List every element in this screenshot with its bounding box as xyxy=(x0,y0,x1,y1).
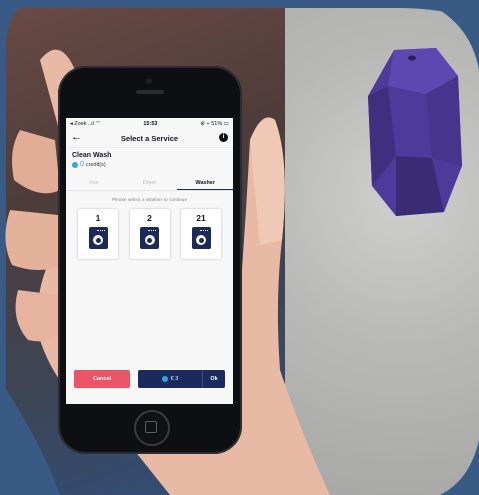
front-camera xyxy=(146,78,152,84)
machine-number: 1 xyxy=(95,213,101,223)
photo-frame: ◂ Zoek ..ıl ⌔ 15:53 ⊛ ⌁ 51% ▭ ← Select a… xyxy=(0,0,479,495)
tab-iron[interactable]: Iron xyxy=(66,176,122,190)
status-time: 15:53 xyxy=(143,120,158,127)
machine-card-2[interactable]: 2 xyxy=(129,209,170,259)
action-bar: Cancel € 3 Ok xyxy=(66,368,233,390)
arrow-left-icon[interactable]: ← xyxy=(71,131,82,143)
shop-info: Clean Wash 0 credit(s) xyxy=(66,148,233,170)
info-icon[interactable]: i xyxy=(219,133,228,142)
price-value: € 3 xyxy=(170,376,179,382)
machine-list: 1 2 21 xyxy=(66,209,233,259)
machine-card-1[interactable]: 1 xyxy=(78,209,118,259)
price-display: € 3 xyxy=(138,370,203,388)
pay-group: € 3 Ok xyxy=(138,370,225,388)
smartphone: ◂ Zoek ..ıl ⌔ 15:53 ⊛ ⌁ 51% ▭ ← Select a… xyxy=(58,66,242,454)
battery-status: ⊛ ⌁ 51% ▭ xyxy=(200,120,229,127)
machine-number: 21 xyxy=(196,213,206,223)
tab-dryer[interactable]: Dryer xyxy=(122,176,178,190)
machine-number: 2 xyxy=(147,213,152,223)
credit-coin-icon xyxy=(72,161,78,168)
home-button[interactable] xyxy=(134,410,170,446)
cancel-button[interactable]: Cancel xyxy=(74,370,130,388)
machine-card-21[interactable]: 21 xyxy=(181,209,221,259)
earpiece-speaker xyxy=(136,90,164,94)
shop-name: Clean Wash xyxy=(72,152,112,159)
washing-machine-icon xyxy=(140,227,159,249)
page-title: Select a Service xyxy=(120,133,179,143)
app-screen: ◂ Zoek ..ıl ⌔ 15:53 ⊛ ⌁ 51% ▭ ← Select a… xyxy=(66,118,233,404)
tab-washer[interactable]: Washer xyxy=(177,176,233,190)
status-bar: ◂ Zoek ..ıl ⌔ 15:53 ⊛ ⌁ 51% ▭ xyxy=(66,118,233,129)
credit-value: 0 xyxy=(80,161,84,168)
credit-balance: 0 credit(s) xyxy=(72,161,227,168)
selection-hint: Please select a Washer to continue xyxy=(111,198,187,203)
carrier-signal: ◂ Zoek ..ıl ⌔ xyxy=(70,121,101,127)
credit-label: credit(s) xyxy=(85,161,106,168)
credit-coin-icon xyxy=(161,376,168,382)
washing-machine-icon xyxy=(191,227,211,249)
washing-machine-icon xyxy=(88,227,108,249)
ok-button[interactable]: Ok xyxy=(203,376,225,382)
nav-bar: ← Select a Service i xyxy=(66,129,233,148)
service-tabs: Iron Dryer Washer xyxy=(66,176,233,191)
